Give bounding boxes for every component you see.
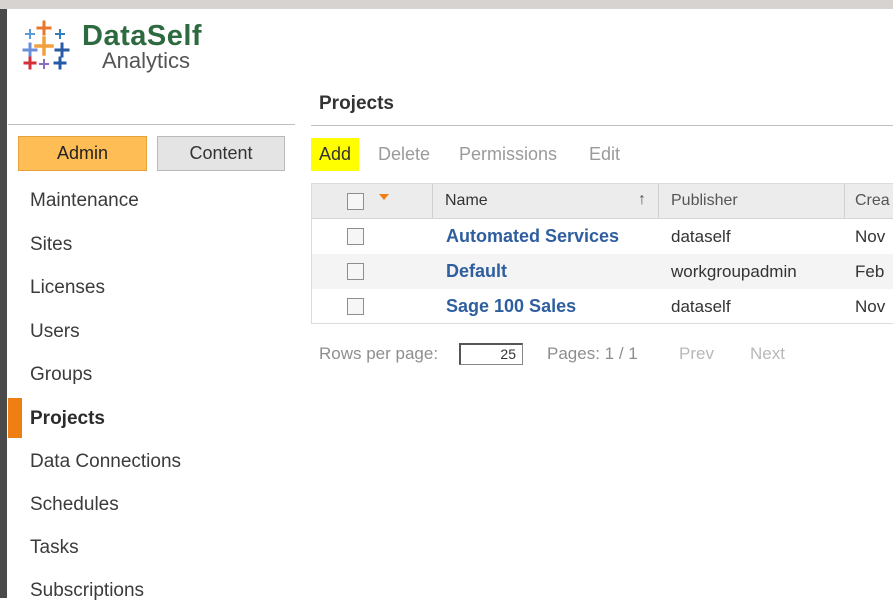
project-name-link[interactable]: Automated Services	[446, 226, 619, 247]
row-checkbox[interactable]	[347, 298, 364, 315]
tab-content[interactable]: Content	[157, 136, 285, 171]
sidebar-item-data-connections[interactable]: Data Connections	[8, 441, 295, 481]
active-indicator	[8, 398, 22, 438]
row-checkbox[interactable]	[347, 263, 364, 280]
logo-subtitle: Analytics	[102, 48, 191, 73]
edit-button[interactable]: Edit	[581, 138, 628, 171]
sidebar-item-licenses[interactable]: Licenses	[8, 267, 295, 307]
sidebar-item-label: Tasks	[30, 537, 79, 558]
select-menu-caret-icon[interactable]	[379, 194, 389, 200]
column-header-publisher-label: Publisher	[671, 192, 738, 209]
pages-indicator: Pages: 1 / 1	[547, 344, 638, 363]
sidebar-item-groups[interactable]: Groups	[8, 354, 295, 394]
add-button[interactable]: Add	[311, 138, 360, 171]
table-row: Default workgroupadmin Feb	[312, 254, 893, 289]
sidebar-item-label: Users	[30, 321, 80, 342]
sidebar-item-schedules[interactable]: Schedules	[8, 484, 295, 524]
sidebar-item-label: Projects	[30, 408, 105, 429]
sort-ascending-icon: ↑	[638, 191, 646, 208]
rows-per-page-label: Rows per page:	[319, 344, 439, 363]
table-row: Sage 100 Sales dataself Nov	[312, 289, 893, 324]
column-header-created[interactable]: Crea	[845, 184, 893, 218]
logo: DataSelf Analytics	[22, 20, 222, 76]
sidebar-item-label: Maintenance	[30, 190, 139, 211]
created-cell: Nov	[855, 297, 886, 316]
project-name-link[interactable]: Sage 100 Sales	[446, 296, 576, 317]
rows-per-page-input[interactable]: 25	[459, 343, 523, 365]
table-header: Name ↑ Publisher Crea	[312, 184, 893, 219]
sidebar-item-label: Licenses	[30, 277, 105, 298]
table-row: Automated Services dataself Nov	[312, 219, 893, 254]
project-name-link[interactable]: Default	[446, 261, 507, 282]
publisher-cell: dataself	[671, 297, 731, 316]
column-header-name[interactable]: Name ↑	[433, 184, 659, 218]
publisher-cell: workgroupadmin	[671, 262, 797, 281]
sidebar-item-label: Data Connections	[30, 451, 182, 472]
created-cell: Nov	[855, 227, 886, 246]
sidebar-item-label: Groups	[30, 364, 93, 385]
permissions-button[interactable]: Permissions	[451, 138, 565, 171]
tableau-plus-cluster-icon	[22, 20, 70, 70]
row-checkbox[interactable]	[347, 228, 364, 245]
sidebar-item-subscriptions[interactable]: Subscriptions	[8, 570, 295, 610]
sidebar-item-sites[interactable]: Sites	[8, 224, 295, 264]
sidebar-item-users[interactable]: Users	[8, 311, 295, 351]
publisher-cell: dataself	[671, 227, 731, 246]
header-select-column	[312, 184, 433, 218]
page-title: Projects	[319, 93, 394, 114]
column-header-created-label: Crea	[855, 192, 890, 209]
column-header-name-label: Name	[445, 192, 488, 209]
column-header-publisher[interactable]: Publisher	[659, 184, 845, 218]
prev-page-link[interactable]: Prev	[679, 344, 714, 364]
projects-table: Name ↑ Publisher Crea Automated Services…	[311, 183, 893, 324]
sidebar-item-label: Subscriptions	[30, 580, 145, 601]
select-all-checkbox[interactable]	[347, 193, 364, 210]
sidebar-item-maintenance[interactable]: Maintenance	[8, 180, 295, 220]
title-divider	[311, 125, 893, 126]
sidebar-item-label: Sites	[30, 234, 73, 255]
sidebar-item-label: Schedules	[30, 494, 119, 515]
next-page-link[interactable]: Next	[750, 344, 785, 364]
created-cell: Feb	[855, 262, 885, 281]
sidebar-item-projects[interactable]: Projects	[8, 398, 295, 438]
sidebar-divider	[8, 124, 295, 125]
delete-button[interactable]: Delete	[370, 138, 438, 171]
window-left-edge	[0, 9, 7, 598]
sidebar-item-tasks[interactable]: Tasks	[8, 527, 295, 567]
window-top-bar	[0, 0, 893, 9]
tab-admin[interactable]: Admin	[18, 136, 147, 171]
